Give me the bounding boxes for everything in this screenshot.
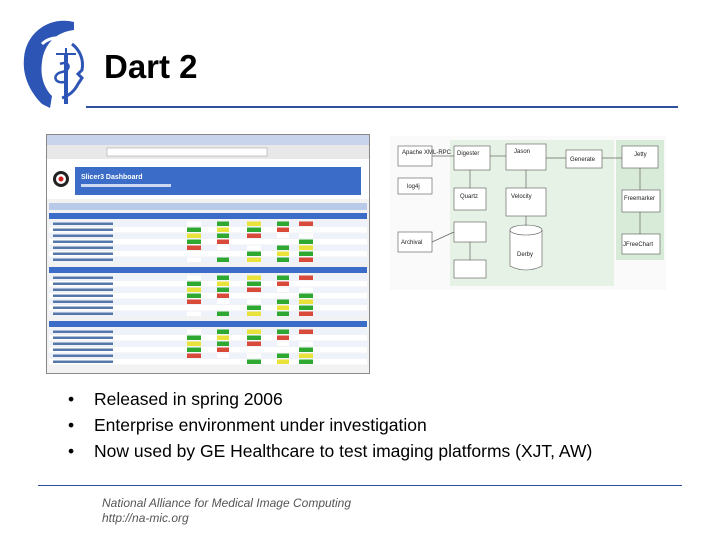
diagram-box-label: Jason — [514, 149, 530, 155]
diagram-box-label: log4j — [407, 184, 420, 190]
bullet-item: Released in spring 2006 — [68, 386, 708, 412]
bullet-list: Released in spring 2006 Enterprise envir… — [68, 386, 708, 464]
architecture-diagram: Apache XML-RPC Digester Jason Generate J… — [390, 136, 666, 290]
diagram-box-label: Digester — [457, 151, 479, 157]
bullet-item: Enterprise environment under investigati… — [68, 412, 708, 438]
footer: National Alliance for Medical Image Comp… — [102, 496, 351, 526]
diagram-box-label: Jetty — [634, 152, 647, 158]
slide-title: Dart 2 — [104, 48, 198, 85]
diagram-box-label: Velocity — [511, 194, 532, 200]
diagram-box-label: Archival — [401, 240, 422, 246]
diagram-box-label: Freemarker — [624, 196, 655, 202]
title-divider — [86, 106, 678, 108]
footer-divider — [38, 485, 682, 486]
diagram-box-label: Apache XML-RPC — [402, 150, 452, 156]
bullet-item: Now used by GE Healthcare to test imagin… — [68, 438, 708, 464]
dashboard-screenshot: Slicer3 Dashboard — [46, 134, 370, 374]
footer-url: http://na-mic.org — [102, 511, 189, 525]
diagram-box-label: JFreeChart — [623, 242, 653, 248]
diagram-box-label: Quartz — [460, 194, 478, 200]
namic-logo-icon — [23, 20, 84, 108]
diagram-box-label: Generate — [570, 157, 596, 163]
diagram-box-label: Derby — [517, 252, 533, 258]
dashboard-header-title: Slicer3 Dashboard — [81, 174, 142, 181]
footer-org: National Alliance for Medical Image Comp… — [102, 496, 352, 510]
